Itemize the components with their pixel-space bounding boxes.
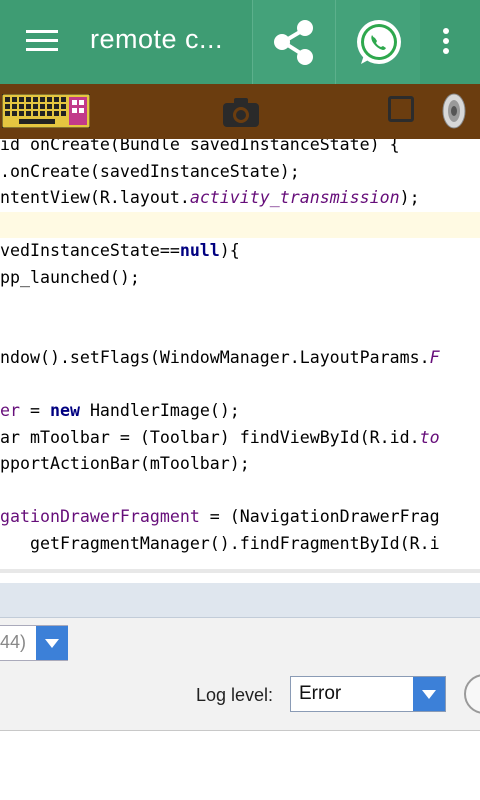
code-line: getFragmentManager().findFragmentById(R.… bbox=[0, 531, 440, 557]
code-token: F bbox=[429, 347, 440, 367]
code-token: getFragmentManager().findFragmentById(R.… bbox=[0, 534, 440, 553]
code-line: ndow().setFlags(WindowManager.LayoutPara… bbox=[0, 345, 440, 371]
square-icon[interactable] bbox=[388, 96, 414, 122]
code-token: ); bbox=[399, 188, 420, 208]
device-combo-value: 44) bbox=[0, 632, 27, 652]
code-token: = bbox=[19, 401, 50, 420]
code-token: HandlerImage(); bbox=[79, 401, 240, 420]
hamburger-menu-icon[interactable] bbox=[26, 30, 58, 52]
keyboard-icon[interactable] bbox=[1, 93, 91, 129]
chevron-down-icon bbox=[422, 690, 436, 699]
code-line: pp_launched(); bbox=[0, 265, 140, 291]
code-line: .onCreate(savedInstanceState); bbox=[0, 159, 300, 185]
logcat-toolbar bbox=[0, 618, 480, 731]
share-button[interactable] bbox=[252, 0, 336, 84]
code-token: new bbox=[49, 401, 80, 420]
code-token: pportActionBar(mToolbar); bbox=[0, 454, 250, 474]
code-token: ){ bbox=[219, 241, 240, 261]
code-token: to bbox=[419, 427, 440, 447]
speaker-icon[interactable] bbox=[440, 92, 466, 130]
code-token: activity_transmission bbox=[189, 188, 400, 208]
device-dropdown-button[interactable] bbox=[36, 626, 68, 660]
code-token: null bbox=[179, 241, 220, 261]
camera-icon[interactable] bbox=[222, 95, 260, 129]
code-token: pp_launched(); bbox=[0, 268, 140, 287]
code-token: gationDrawerFragment bbox=[0, 507, 200, 527]
code-token: id onCreate(Bundle savedInstanceState) { bbox=[0, 139, 400, 154]
code-line: vedInstanceState==null){ bbox=[0, 238, 240, 264]
whatsapp-button[interactable] bbox=[336, 0, 420, 84]
share-icon bbox=[274, 20, 313, 65]
code-editor[interactable]: id onCreate(Bundle savedInstanceState) {… bbox=[0, 139, 480, 569]
logcat-title-strip bbox=[0, 583, 480, 618]
more-vert-icon[interactable] bbox=[440, 28, 452, 58]
code-line: id onCreate(Bundle savedInstanceState) { bbox=[0, 139, 400, 158]
code-line: ntentView(R.layout.activity_transmission… bbox=[0, 185, 420, 211]
code-line: ar mToolbar = (Toolbar) findViewById(R.i… bbox=[0, 425, 440, 451]
code-token: vedInstanceState== bbox=[0, 241, 180, 261]
app-title: remote c... bbox=[90, 24, 224, 54]
chevron-down-icon bbox=[45, 639, 59, 648]
code-token: ntentView(R.layout. bbox=[0, 188, 190, 208]
current-line-highlight bbox=[0, 212, 480, 238]
code-token: .onCreate(savedInstanceState); bbox=[0, 161, 300, 181]
log-level-label: Log level: bbox=[196, 685, 274, 705]
code-line: er = new HandlerImage(); bbox=[0, 398, 240, 424]
code-token: ndow().setFlags(WindowManager.LayoutPara… bbox=[0, 347, 430, 367]
whatsapp-icon bbox=[357, 20, 401, 64]
code-token: = (NavigationDrawerFrag bbox=[199, 507, 440, 527]
log-level-value: Error bbox=[299, 683, 342, 704]
code-line: gationDrawerFragment = (NavigationDrawer… bbox=[0, 504, 440, 530]
code-token: er bbox=[0, 401, 20, 420]
code-line: pportActionBar(mToolbar); bbox=[0, 451, 250, 477]
code-token: ar mToolbar = (Toolbar) findViewById(R.i… bbox=[0, 427, 420, 447]
log-level-dropdown-button[interactable] bbox=[413, 677, 445, 711]
